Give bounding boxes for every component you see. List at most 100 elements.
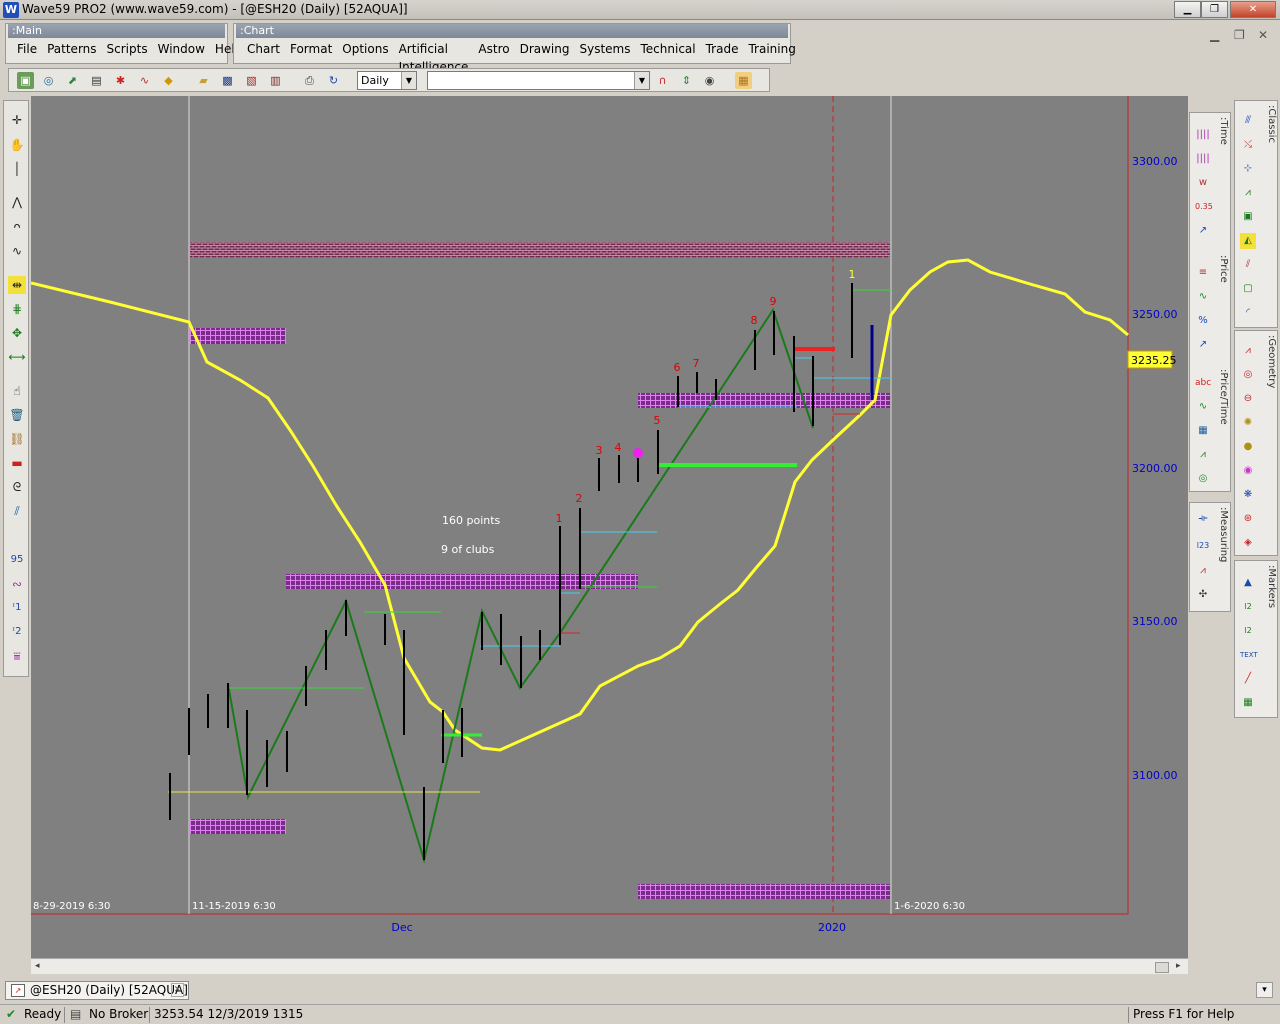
tab-time[interactable]: :Time <box>1217 117 1229 145</box>
measure-bars-icon[interactable]: l23 <box>1195 538 1211 554</box>
line-marker-icon[interactable]: ╱ <box>1240 671 1256 687</box>
target-icon[interactable]: ⊛ <box>1240 511 1256 527</box>
tab-price-time[interactable]: :Price/Time <box>1217 369 1229 425</box>
tab-price[interactable]: :Price <box>1217 255 1229 283</box>
diamond-icon[interactable]: ◈ <box>1240 535 1256 551</box>
channel-icon[interactable]: ⫽ <box>1240 257 1256 273</box>
time-cycle-icon[interactable]: |||| <box>1195 127 1211 143</box>
sun-icon[interactable]: ✺ <box>1240 415 1256 431</box>
text-marker-icon[interactable]: TEXT <box>1240 647 1258 663</box>
price-projection-icon[interactable]: ↗ <box>1195 337 1211 353</box>
arrow-marker-icon[interactable]: ▲ <box>1240 575 1256 591</box>
save-icon[interactable]: ▩ <box>219 72 236 89</box>
restore-button[interactable]: ❐ <box>1201 1 1228 18</box>
tab-list-chevron-icon[interactable]: ▾ <box>1256 982 1273 998</box>
text-abc-icon[interactable]: abc <box>1195 375 1211 391</box>
pt-spiral-icon[interactable]: ◎ <box>1195 471 1211 487</box>
magnet-icon[interactable]: ∩ <box>654 72 671 89</box>
grid-icon[interactable]: ⋕ <box>8 300 26 318</box>
alert-icon[interactable]: ◆ <box>160 72 177 89</box>
hand-icon[interactable]: ✋ <box>8 136 26 154</box>
time-projection-icon[interactable]: ↗ <box>1195 223 1211 239</box>
scroll-left-icon[interactable]: ◂ <box>35 961 40 971</box>
tab-measuring[interactable]: :Measuring <box>1217 507 1229 562</box>
fan-icon[interactable]: ⩘ <box>1240 185 1256 201</box>
pattern-marker-icon[interactable]: ⩸ <box>8 647 26 665</box>
square-icon[interactable]: ▢ <box>1240 281 1256 297</box>
indicator-icon[interactable]: ✱ <box>112 72 129 89</box>
ellipse-icon[interactable]: ⊖ <box>1240 391 1256 407</box>
scale-icon[interactable]: ⟷ <box>8 348 26 366</box>
scroll-right-icon[interactable]: ▸ <box>1176 961 1181 971</box>
measure-target-icon[interactable]: ✣ <box>1195 587 1211 603</box>
pt-grid-icon[interactable]: ▦ <box>1195 423 1211 439</box>
save-as-icon[interactable]: ▧ <box>243 72 260 89</box>
marker-count-2-icon[interactable]: l2 <box>1240 623 1256 639</box>
tab-classic[interactable]: :Classic <box>1265 105 1277 143</box>
print-preview-icon[interactable]: ▥ <box>267 72 284 89</box>
classic-tool-icon[interactable]: ⤯ <box>1240 137 1256 153</box>
link-icon[interactable]: ⛓ <box>8 430 26 448</box>
open-icon[interactable]: ▰ <box>195 72 212 89</box>
orb-icon[interactable]: ● <box>1240 439 1256 455</box>
menu-scripts[interactable]: Scripts <box>102 40 153 58</box>
document-tab[interactable]: ↗ @ESH20 (Daily) [52AQUA] ✕ <box>5 981 189 1000</box>
eye-icon[interactable]: ◉ <box>701 72 718 89</box>
close-button[interactable]: ✕ <box>1230 1 1276 18</box>
gann-icon[interactable]: ⊹ <box>1240 161 1256 177</box>
marker-count-icon[interactable]: l2 <box>1240 599 1256 615</box>
fib-time-icon[interactable]: ⇹ <box>8 276 26 294</box>
zoom-chart-icon[interactable]: ◎ <box>40 72 57 89</box>
minimize-button[interactable]: ▁ <box>1174 1 1201 18</box>
percent-icon[interactable]: % <box>1195 313 1211 329</box>
menu-file[interactable]: File <box>12 40 42 58</box>
reload-icon[interactable]: ↻ <box>325 72 342 89</box>
time-wave-icon[interactable]: ᴡ <box>1195 175 1211 191</box>
triangle-icon[interactable]: ◭ <box>1240 233 1256 249</box>
price-chart[interactable]: 1 2 3 4 5 6 7 8 9 1 160 points 9 of club… <box>31 96 1188 959</box>
wave-pattern-icon[interactable]: ⋀ <box>8 193 26 211</box>
pt-fan-icon[interactable]: ⩘ <box>1195 447 1211 463</box>
mdi-minimize-button[interactable]: ▁ <box>1210 28 1219 42</box>
cycle-icon[interactable]: ∾ <box>8 575 26 593</box>
bars-pattern-icon[interactable]: ᴖ <box>8 218 26 236</box>
print-icon[interactable]: ⎙ <box>301 72 318 89</box>
data-icon[interactable]: ▤ <box>88 72 105 89</box>
count-95-icon[interactable]: 95 <box>8 551 26 569</box>
close-tab-icon[interactable]: ✕ <box>171 983 184 997</box>
chevron-down-icon[interactable]: ▼ <box>634 72 649 89</box>
crosshair-icon[interactable]: ✛ <box>8 111 26 129</box>
menu-window[interactable]: Window <box>153 40 210 58</box>
wheel-icon[interactable]: ❋ <box>1240 487 1256 503</box>
up-down-arrows-icon[interactable]: ⇕ <box>678 72 695 89</box>
curve-icon[interactable]: ∿ <box>8 242 26 260</box>
mdi-close-button[interactable]: ✕ <box>1258 28 1268 42</box>
lasso-icon[interactable]: ᘓ <box>8 478 26 496</box>
arc-icon[interactable]: ◜ <box>1240 305 1256 321</box>
wave-icon[interactable]: ∿ <box>136 72 153 89</box>
mdi-restore-button[interactable]: ❐ <box>1234 28 1245 42</box>
box-icon[interactable]: ▣ <box>1240 209 1256 225</box>
menu-patterns[interactable]: Patterns <box>42 40 101 58</box>
tab-markers[interactable]: :Markers <box>1265 565 1277 608</box>
parallel-lines-icon[interactable]: ⫽ <box>8 502 26 520</box>
wave-count-1-icon[interactable]: ᶦ1 <box>8 599 26 617</box>
measure-wave-icon[interactable]: ⩘ <box>1195 563 1211 579</box>
spiral-icon[interactable]: ◉ <box>1240 463 1256 479</box>
horizontal-scrollbar[interactable]: ◂ ▸ <box>31 958 1188 974</box>
circle-icon[interactable]: ◎ <box>1240 367 1256 383</box>
andrews-icon[interactable]: ⫻ <box>1240 113 1256 129</box>
scroll-thumb[interactable] <box>1155 962 1169 973</box>
symbol-select[interactable]: ▼ <box>427 71 650 90</box>
grid-marker-icon[interactable]: ▦ <box>1240 695 1256 711</box>
new-chart-icon[interactable]: ▣ <box>17 72 34 89</box>
export-icon[interactable]: ▦ <box>735 72 752 89</box>
trash-icon[interactable]: 🗑 <box>8 406 26 424</box>
tab-geometry[interactable]: :Geometry <box>1265 335 1277 388</box>
geometry-fan-icon[interactable]: ⩘ <box>1240 343 1256 359</box>
wave-count-2-icon[interactable]: ᶦ2 <box>8 623 26 641</box>
chevron-down-icon[interactable]: ▼ <box>401 72 416 89</box>
price-wave-icon[interactable]: ∿ <box>1195 289 1211 305</box>
pt-wave-icon[interactable]: ∿ <box>1195 399 1211 415</box>
vertical-line-icon[interactable]: │ <box>8 160 26 178</box>
